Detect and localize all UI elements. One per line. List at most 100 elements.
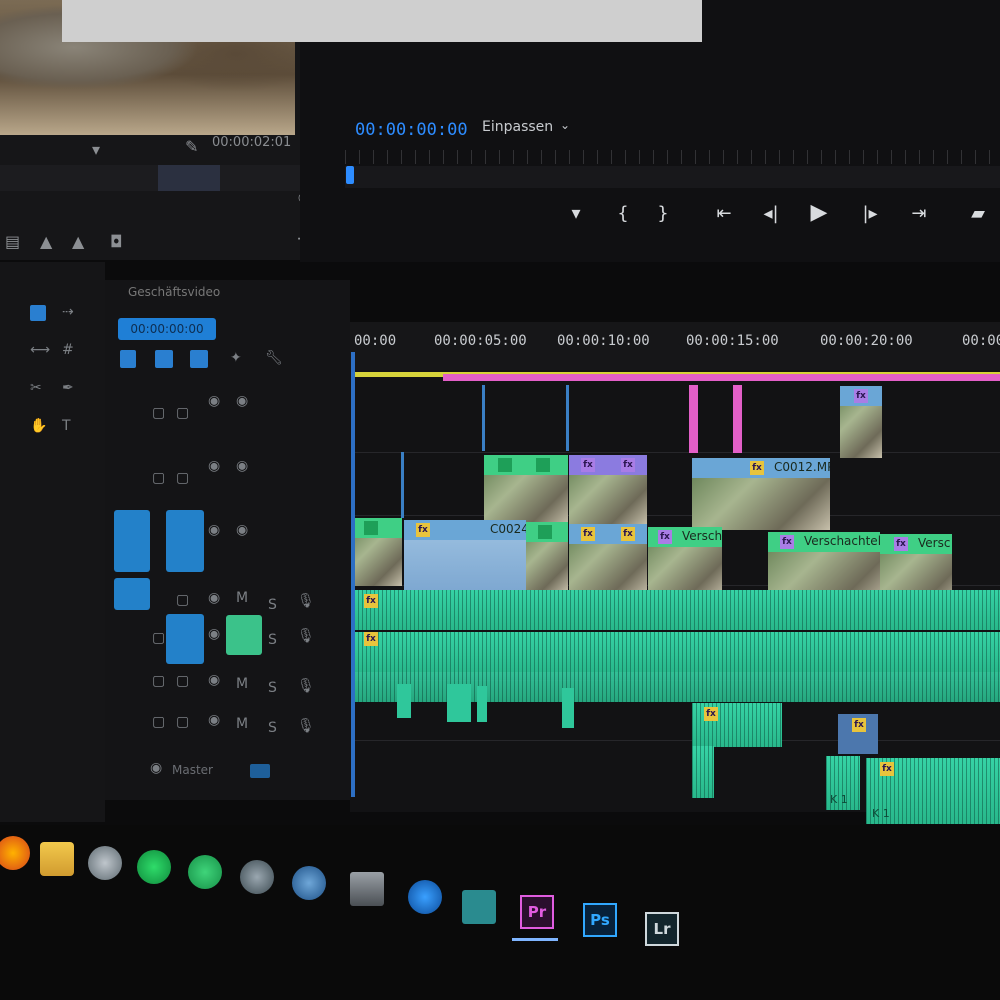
v1-clip[interactable] — [354, 518, 402, 586]
marker-icon[interactable]: ▾ — [92, 140, 100, 159]
mute-icon[interactable]: M — [236, 590, 248, 606]
pink-clip[interactable] — [733, 385, 742, 453]
lightroom-icon[interactable]: Lr — [645, 912, 679, 946]
play-icon[interactable]: ▶ — [804, 200, 834, 225]
film-icon[interactable]: ▤ — [5, 232, 20, 251]
toggle-output-icon[interactable]: ◉ — [208, 672, 220, 688]
track-target-a2[interactable] — [166, 614, 204, 664]
spotify-icon[interactable] — [137, 850, 171, 884]
premiere-pro-icon[interactable]: Pr — [520, 895, 554, 929]
sync-lock-icon[interactable]: ▢ — [176, 673, 189, 689]
v1-clip[interactable] — [526, 522, 568, 592]
a3-audio-clip[interactable] — [397, 684, 411, 718]
lock-icon[interactable]: ▢ — [152, 673, 165, 689]
sync-lock-icon[interactable]: ▢ — [176, 714, 189, 730]
steam-icon[interactable] — [292, 866, 326, 900]
solo-icon[interactable]: S — [268, 632, 277, 648]
lock-icon[interactable]: ▢ — [152, 714, 165, 730]
mark-in-icon[interactable]: { — [608, 203, 638, 224]
calendar-icon[interactable] — [462, 890, 496, 924]
program-scrub-bar[interactable] — [345, 166, 1000, 188]
wrench-icon[interactable]: ✎ — [185, 137, 198, 156]
sync-lock-icon[interactable]: ▢ — [176, 470, 189, 486]
a4-audio-clip-k1[interactable]: K 1 — [826, 756, 860, 810]
v3-clip[interactable]: fx — [840, 386, 882, 458]
toggle-output-icon[interactable]: ◉ — [208, 712, 220, 728]
v2-clip[interactable] — [484, 455, 568, 525]
lift-icon[interactable]: ▰ — [963, 203, 993, 224]
eye-icon[interactable]: ◉ — [236, 393, 248, 409]
mark-out-icon[interactable]: } — [648, 203, 678, 224]
track-select-icon[interactable]: ⇢ — [62, 304, 74, 320]
toggle-output-icon[interactable]: ◉ — [208, 393, 220, 409]
a1-audio-clip[interactable]: fx — [354, 590, 1000, 630]
audio-icon[interactable]: ▲ — [72, 232, 84, 251]
track-target-v1[interactable] — [166, 510, 204, 572]
whatsapp-icon[interactable] — [188, 855, 222, 889]
a3-audio-clip[interactable] — [447, 684, 471, 722]
fit-zoom-select[interactable]: Einpassen ⌄ — [472, 114, 580, 142]
ripple-edit-icon[interactable]: ⟷ — [30, 342, 50, 358]
eye-icon[interactable]: ◉ — [236, 458, 248, 474]
a3-audio-clip[interactable]: fx — [838, 714, 878, 754]
mic-icon[interactable]: 🎙︎ — [297, 628, 315, 644]
source-scrubber[interactable] — [0, 165, 300, 191]
a4-audio-clip-k1[interactable]: fx K 1 — [866, 758, 1000, 824]
v1-clip[interactable]: fx fx — [569, 524, 647, 596]
lock-icon[interactable]: ▢ — [152, 630, 165, 646]
mic-icon[interactable]: 🎙︎ — [297, 593, 315, 609]
mic-icon[interactable]: 🎙︎ — [297, 718, 315, 734]
linked-selection-icon[interactable] — [155, 350, 173, 368]
program-ruler[interactable] — [345, 150, 1000, 164]
onedrive-icon[interactable] — [408, 880, 442, 914]
selection-tool-icon[interactable] — [30, 305, 46, 321]
sequence-timecode[interactable]: 00:00:00:00 — [118, 318, 216, 340]
master-toggle-icon[interactable]: ◉ — [150, 760, 162, 776]
source-patch-a1[interactable] — [114, 578, 150, 610]
toggle-output-icon[interactable]: ◉ — [208, 458, 220, 474]
wrench-icon[interactable]: 🔧︎ — [265, 350, 283, 366]
mute-active-button[interactable] — [226, 615, 262, 655]
app-icon[interactable] — [350, 872, 384, 906]
toggle-output-icon[interactable]: ◉ — [208, 522, 220, 538]
cloud-icon[interactable] — [88, 846, 122, 880]
step-back-icon[interactable]: ◂| — [756, 203, 786, 224]
toggle-output-icon[interactable]: ◉ — [208, 626, 220, 642]
a3-audio-clip[interactable]: fx — [692, 703, 782, 747]
timeline-settings-icon[interactable]: ✦ — [230, 350, 242, 366]
type-tool-icon[interactable]: T — [62, 418, 71, 434]
export-icon[interactable]: ◘ — [110, 232, 123, 251]
master-volume-icon[interactable] — [250, 764, 270, 778]
v2-clip[interactable]: fx fx — [569, 455, 647, 525]
razor-tool-icon[interactable]: ✂ — [30, 380, 42, 396]
source-patch-v1[interactable] — [114, 510, 150, 572]
solo-icon[interactable]: S — [268, 680, 277, 696]
toggle-output-icon[interactable]: ◉ — [208, 590, 220, 606]
mic-icon[interactable]: 🎙︎ — [297, 678, 315, 694]
snap-icon[interactable] — [120, 350, 136, 368]
solo-icon[interactable]: S — [268, 720, 277, 736]
step-forward-icon[interactable]: |▸ — [855, 203, 885, 224]
program-playhead[interactable] — [346, 166, 354, 184]
go-to-out-icon[interactable]: ⇥ — [904, 203, 934, 224]
go-to-in-icon[interactable]: ⇤ — [709, 203, 739, 224]
source-zoom-handle[interactable] — [158, 165, 220, 191]
rolling-edit-icon[interactable]: # — [62, 342, 74, 358]
eye-icon[interactable]: ◉ — [236, 522, 248, 538]
a3-audio-clip[interactable] — [477, 686, 487, 722]
browser-icon[interactable] — [240, 860, 274, 894]
sync-lock-icon[interactable]: ▢ — [176, 592, 189, 608]
a2-audio-clip[interactable]: fx — [354, 632, 1000, 672]
v1-clip-c0024[interactable]: fx C0024 — [404, 520, 526, 590]
photoshop-icon[interactable]: Ps — [583, 903, 617, 937]
a3-audio-clip[interactable] — [562, 688, 574, 728]
hand-tool-icon[interactable]: ✋ — [30, 418, 47, 434]
lock-icon[interactable]: ▢ — [152, 470, 165, 486]
program-timecode[interactable]: 00:00:00:00 — [355, 120, 468, 140]
v1-nested-clip[interactable]: fx Verschachtelt — [648, 527, 722, 599]
pen-tool-icon[interactable]: ✒ — [62, 380, 74, 396]
sequence-name[interactable]: Geschäftsvideo — [128, 285, 220, 299]
timeline-playhead[interactable] — [351, 352, 355, 797]
mute-icon[interactable]: M — [236, 676, 248, 692]
sync-lock-icon[interactable]: ▢ — [176, 405, 189, 421]
